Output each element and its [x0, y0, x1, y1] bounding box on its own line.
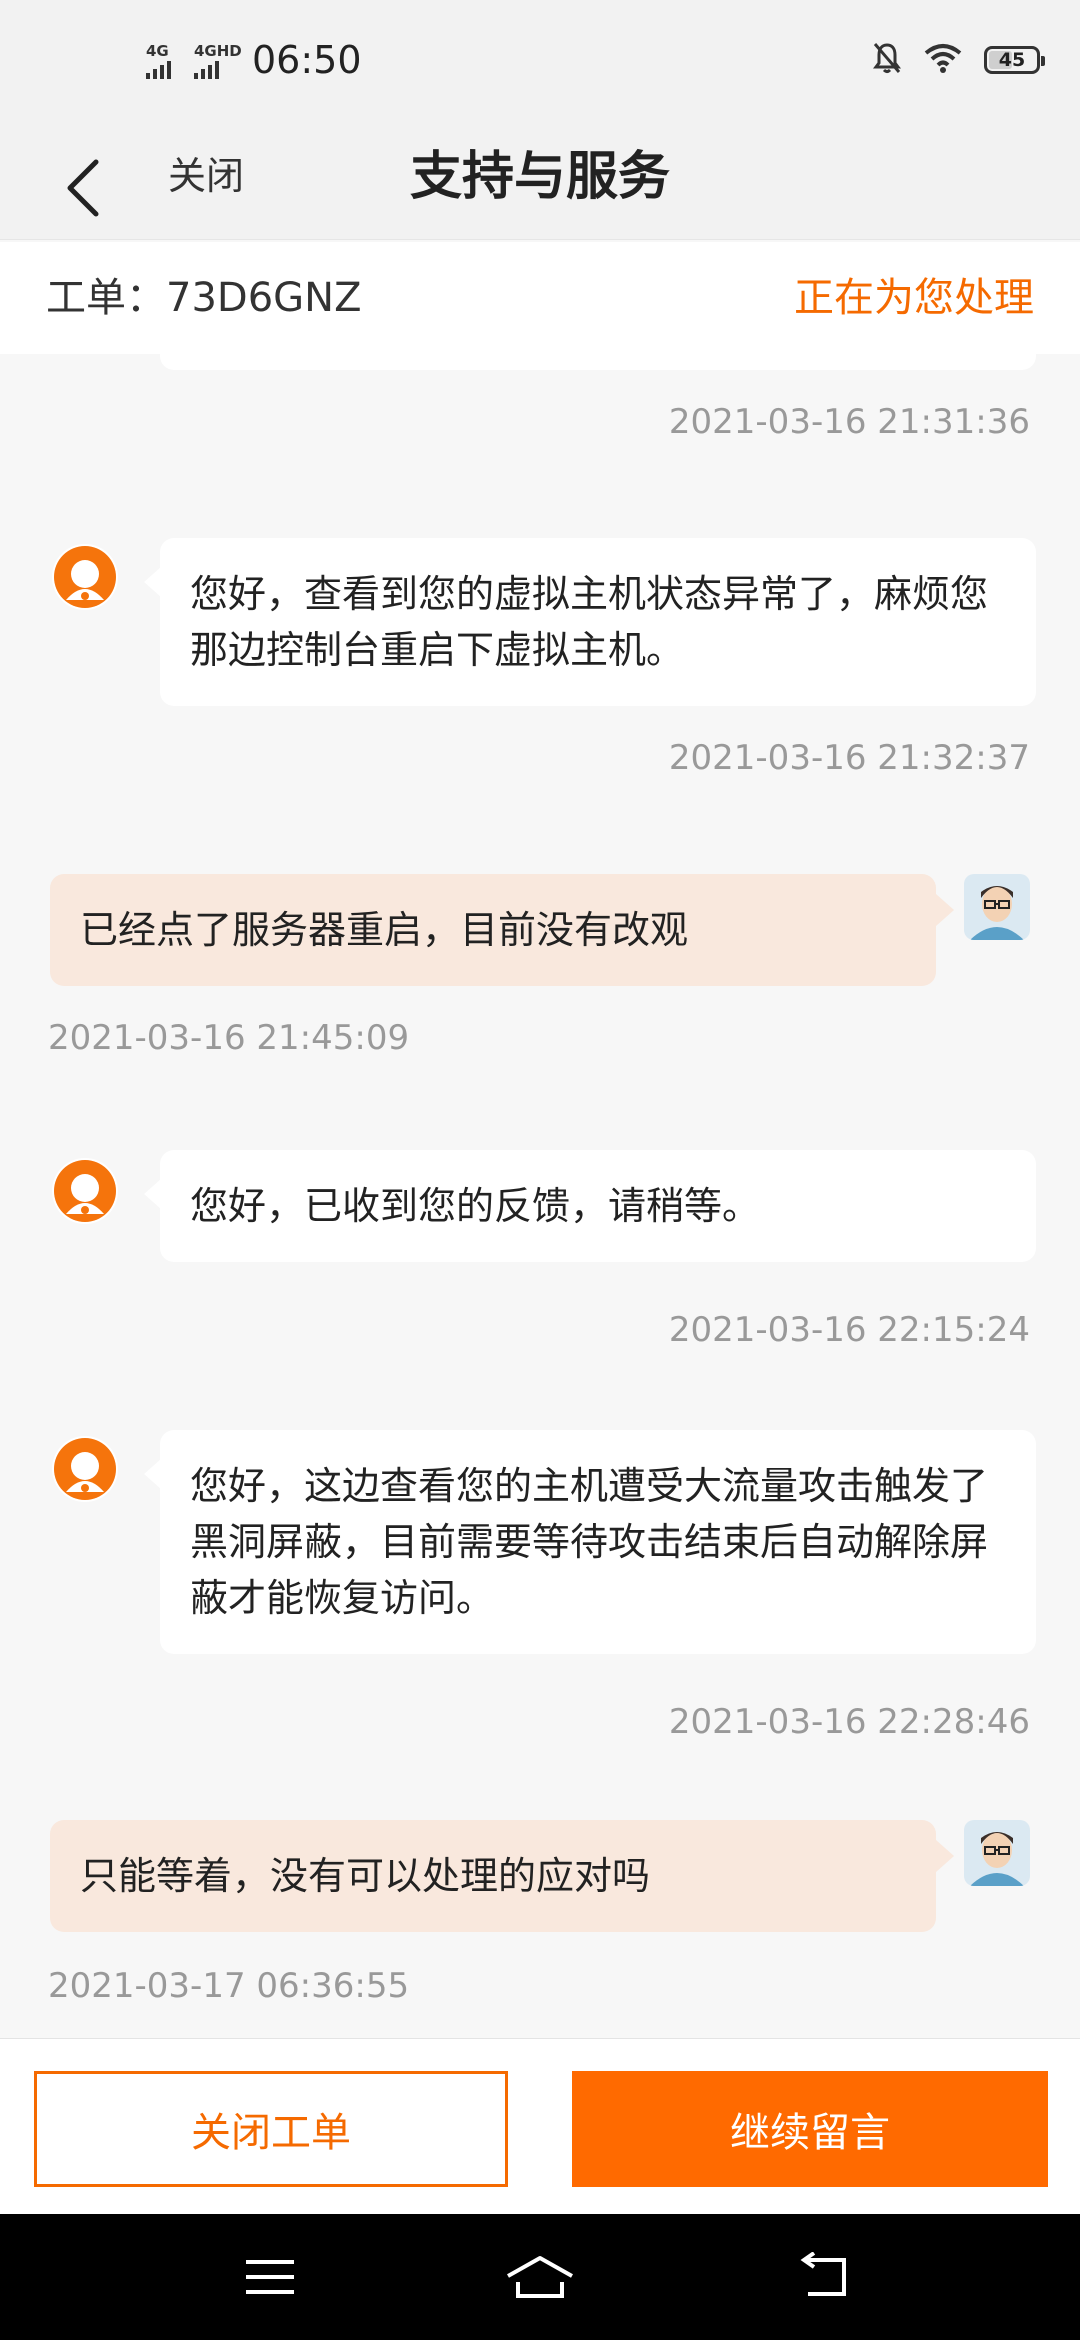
battery-level: 45: [998, 49, 1026, 71]
continue-message-button[interactable]: 继续留言: [572, 2071, 1048, 2187]
signal-label: 4G: [146, 42, 169, 60]
close-ticket-button[interactable]: 关闭工单: [34, 2071, 508, 2187]
message-timestamp: 2021-03-16 21:32:37: [668, 738, 1030, 778]
ticket-bar: 工单：73D6GNZ 正在为您处理: [0, 242, 1080, 354]
user-avatar-icon: [964, 584, 1030, 650]
signal-4g-icon: 4G: [146, 44, 171, 79]
action-bar: 关闭工单 继续留言: [0, 2038, 1080, 2214]
user-message-bubble: 只能等着，没有可以处理的应对吗: [50, 1820, 954, 1932]
message-timestamp: 2021-03-16 21:45:09: [48, 1018, 410, 1058]
page-title: 支持与服务: [409, 147, 670, 207]
message-timestamp: 2021-03-16 21:31:36: [668, 402, 1030, 442]
user-avatar-icon: [964, 1820, 1030, 1886]
agent-message-bubble: 您好，查看到您的虚拟主机状态异常了，麻烦您那边控制台重启下虚拟主机。: [144, 538, 1036, 706]
chat-thread[interactable]: 2021-03-16 21:31:36 您好，查看到您的虚拟主机状态异常了，麻烦…: [0, 354, 1080, 2038]
agent-message-bubble: 您好，已收到您的反馈，请稍等。: [144, 1150, 1036, 1262]
agent-message-bubble: 您好，这边查看您的主机遭受大流量攻击触发了黑洞屏蔽，目前需要等待攻击结束后自动解…: [144, 1430, 1036, 1654]
agent-avatar-icon: [52, 1436, 118, 1502]
user-avatar-icon: [964, 874, 1030, 940]
agent-avatar-icon: [52, 544, 118, 610]
system-navigation-bar: [0, 2214, 1080, 2340]
wifi-icon: [924, 43, 962, 77]
nav-bar: 关闭 支持与服务: [0, 120, 1080, 240]
status-time: 06:50: [252, 38, 362, 82]
agent-avatar-icon: [52, 1158, 118, 1224]
mute-bell-icon: [872, 41, 902, 79]
message-bubble-partial: [160, 354, 1036, 370]
ticket-status: 正在为您处理: [794, 275, 1034, 321]
signal-label: 4GHD: [194, 42, 242, 60]
ticket-id: 工单：73D6GNZ: [46, 275, 362, 321]
battery-icon: 45: [984, 46, 1045, 74]
status-bar: 4G 4GHD 06:50 45: [0, 0, 1080, 120]
user-message-bubble: 已经点了服务器重启，目前没有改观: [50, 874, 954, 986]
signal-4ghd-icon: 4GHD: [194, 44, 242, 79]
message-timestamp: 2021-03-16 22:15:24: [668, 1310, 1030, 1350]
message-timestamp: 2021-03-17 06:36:55: [48, 1966, 410, 2006]
message-timestamp: 2021-03-16 22:28:46: [668, 1702, 1030, 1742]
